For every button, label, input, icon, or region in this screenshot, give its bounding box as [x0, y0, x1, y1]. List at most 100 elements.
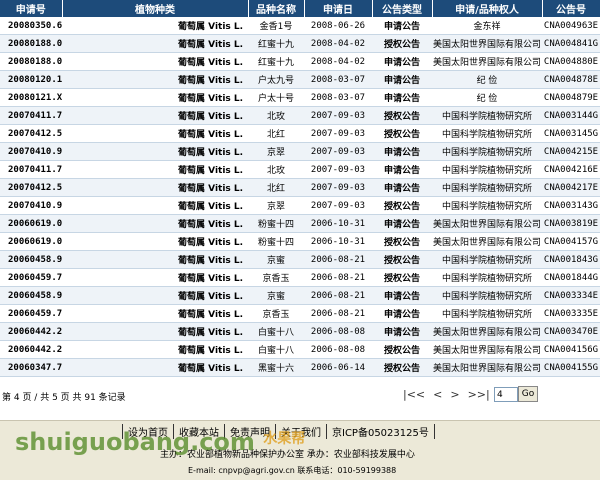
cell-app-number: 20070411.7 [0, 160, 62, 179]
cell-app-date: 2006-06-14 [304, 358, 372, 377]
table-row: 20070412.5 葡萄属 Vitis L. 北红 2007-09-03 授权公告 中国… [0, 124, 600, 143]
cell-plant-species: 葡萄属 Vitis L. [62, 88, 248, 107]
cell-app-number: 20070412.5 [0, 124, 62, 143]
cell-notice-type: 申请公告 [372, 322, 432, 341]
cell-app-date: 2008-03-07 [304, 88, 372, 107]
cell-notice-type: 申请公告 [372, 178, 432, 197]
cell-app-date: 2006-08-21 [304, 286, 372, 305]
page-number-input[interactable] [494, 387, 518, 402]
table-row: 20060619.0 葡萄属 Vitis L. 粉蜜十四 2006-10-31 申请公告… [0, 214, 600, 233]
cell-notice-type: 申请公告 [372, 17, 432, 35]
cell-plant-species: 葡萄属 Vitis L. [62, 268, 248, 287]
prev-page-button[interactable]: < [433, 388, 442, 401]
cell-applicant: 美国太阳世界国际有限公司 [432, 232, 542, 251]
cell-applicant: 中国科学院植物研究所 [432, 304, 542, 323]
cell-variety-name: 北红 [248, 178, 304, 197]
next-page-button[interactable]: > [450, 388, 459, 401]
cell-applicant: 中国科学院植物研究所 [432, 268, 542, 287]
cell-app-number: 20080121.X [0, 88, 62, 107]
cell-variety-name: 白蜜十八 [248, 322, 304, 341]
cell-variety-name: 京翠 [248, 196, 304, 215]
last-page-button[interactable]: >>| [468, 388, 490, 401]
cell-app-date: 2008-06-26 [304, 17, 372, 35]
pagination-nav: |<< < > >>| [403, 388, 490, 401]
cell-app-number: 20070412.5 [0, 178, 62, 197]
cell-app-date: 2007-09-03 [304, 124, 372, 143]
cell-plant-species: 葡萄属 Vitis L. [62, 214, 248, 233]
col-header-notice-number: 公告号 [542, 0, 600, 17]
cell-notice-type: 授权公告 [372, 232, 432, 251]
col-header-applicant: 申请/品种权人 [432, 0, 543, 17]
cell-applicant: 中国科学院植物研究所 [432, 160, 542, 179]
cell-app-date: 2006-08-21 [304, 268, 372, 287]
cell-variety-name: 户太九号 [248, 70, 304, 89]
table-row: 20060442.2 葡萄属 Vitis L. 白蜜十八 2006-08-08 申请公告… [0, 322, 600, 341]
cell-app-number: 20060459.7 [0, 268, 62, 287]
table-row: 20060458.9 葡萄属 Vitis L. 京蜜 2006-08-21 申请公告 中国… [0, 286, 600, 305]
table-row: 20060459.7 葡萄属 Vitis L. 京香玉 2006-08-21 申请公告中… [0, 304, 600, 323]
cell-app-date: 2007-09-03 [304, 106, 372, 125]
cell-app-number: 20070410.9 [0, 196, 62, 215]
cell-plant-species: 葡萄属 Vitis L. [62, 160, 248, 179]
table-row: 20080121.X 葡萄属 Vitis L. 户太十号 2008-03-07 申请公告… [0, 88, 600, 107]
cell-notice-number: CNA004879E [542, 88, 600, 107]
table-row: 20080350.6 葡萄属 Vitis L. 金香1号 2008-06-26 申请公告… [0, 17, 600, 35]
cell-app-date: 2006-08-21 [304, 304, 372, 323]
table-row: 20070412.5 葡萄属 Vitis L. 北红 2007-09-03 申请公告 中国… [0, 178, 600, 197]
cell-notice-number: CNA003819E [542, 214, 600, 233]
cell-app-date: 2008-03-07 [304, 70, 372, 89]
cell-app-number: 20060458.9 [0, 250, 62, 269]
cell-applicant: 金东祥 [432, 17, 542, 35]
cell-variety-name: 白蜜十八 [248, 340, 304, 359]
col-header-app-number: 申请号 [0, 0, 63, 17]
table-row: 20060442.2 葡萄属 Vitis L. 白蜜十八 2006-08-08 授权公告… [0, 340, 600, 359]
table-row: 20060459.7 葡萄属 Vitis L. 京香玉 2006-08-21 授权公告中… [0, 268, 600, 287]
cell-applicant: 中国科学院植物研究所 [432, 178, 542, 197]
cell-plant-species: 葡萄属 Vitis L. [62, 304, 248, 323]
cell-variety-name: 红蜜十九 [248, 52, 304, 71]
cell-notice-number: CNA003143G [542, 196, 600, 215]
cell-applicant: 美国太阳世界国际有限公司 [432, 358, 542, 377]
cell-applicant: 中国科学院植物研究所 [432, 250, 542, 269]
cell-app-number: 20060347.7 [0, 358, 62, 377]
cell-variety-name: 粉蜜十四 [248, 214, 304, 233]
cell-notice-type: 申请公告 [372, 286, 432, 305]
cell-variety-name: 京翠 [248, 142, 304, 161]
go-button[interactable]: Go [518, 386, 538, 402]
cell-notice-type: 授权公告 [372, 250, 432, 269]
cell-plant-species: 葡萄属 Vitis L. [62, 124, 248, 143]
cell-plant-species: 葡萄属 Vitis L. [62, 286, 248, 305]
table-row: 20060458.9 葡萄属 Vitis L. 京蜜 2006-08-21 授权公告 中国… [0, 250, 600, 269]
cell-app-date: 2008-04-02 [304, 52, 372, 71]
cell-notice-number: CNA004841G [542, 34, 600, 53]
footer-link-icp[interactable]: 京ICP备05023125号 [326, 424, 435, 439]
cell-app-number: 20060619.0 [0, 214, 62, 233]
cell-variety-name: 北玫 [248, 106, 304, 125]
cell-notice-number: CNA004215E [542, 142, 600, 161]
first-page-button[interactable]: |<< [403, 388, 425, 401]
cell-notice-type: 申请公告 [372, 214, 432, 233]
cell-notice-number: CNA003470E [542, 322, 600, 341]
cell-notice-number: CNA001844G [542, 268, 600, 287]
cell-notice-number: CNA004157G [542, 232, 600, 251]
cell-app-date: 2006-10-31 [304, 214, 372, 233]
table-row: 20060347.7 葡萄属 Vitis L. 黑蜜十六 2006-06-14 授权公告… [0, 358, 600, 377]
cell-variety-name: 北玫 [248, 160, 304, 179]
pagination-summary: 第 4 页 / 共 5 页 共 91 条记录 [2, 393, 126, 403]
cell-plant-species: 葡萄属 Vitis L. [62, 322, 248, 341]
watermark-cn: 水果帮 [263, 431, 306, 447]
cell-plant-species: 葡萄属 Vitis L. [62, 340, 248, 359]
table-row: 20080188.0 葡萄属 Vitis L. 红蜜十九 2008-04-02 申请公告… [0, 52, 600, 71]
cell-plant-species: 葡萄属 Vitis L. [62, 250, 248, 269]
cell-notice-number: CNA004155G [542, 358, 600, 377]
cell-plant-species: 葡萄属 Vitis L. [62, 70, 248, 89]
cell-plant-species: 葡萄属 Vitis L. [62, 232, 248, 251]
table-row: 20070410.9 葡萄属 Vitis L. 京翠 2007-09-03 申请公告 中国… [0, 142, 600, 161]
cell-variety-name: 金香1号 [248, 17, 304, 35]
cell-app-date: 2006-08-08 [304, 340, 372, 359]
cell-app-number: 20060442.2 [0, 340, 62, 359]
cell-variety-name: 红蜜十九 [248, 34, 304, 53]
cell-notice-type: 授权公告 [372, 268, 432, 287]
cell-notice-type: 授权公告 [372, 124, 432, 143]
table-row: 20080120.1 葡萄属 Vitis L. 户太九号 2008-03-07 申请公告… [0, 70, 600, 89]
